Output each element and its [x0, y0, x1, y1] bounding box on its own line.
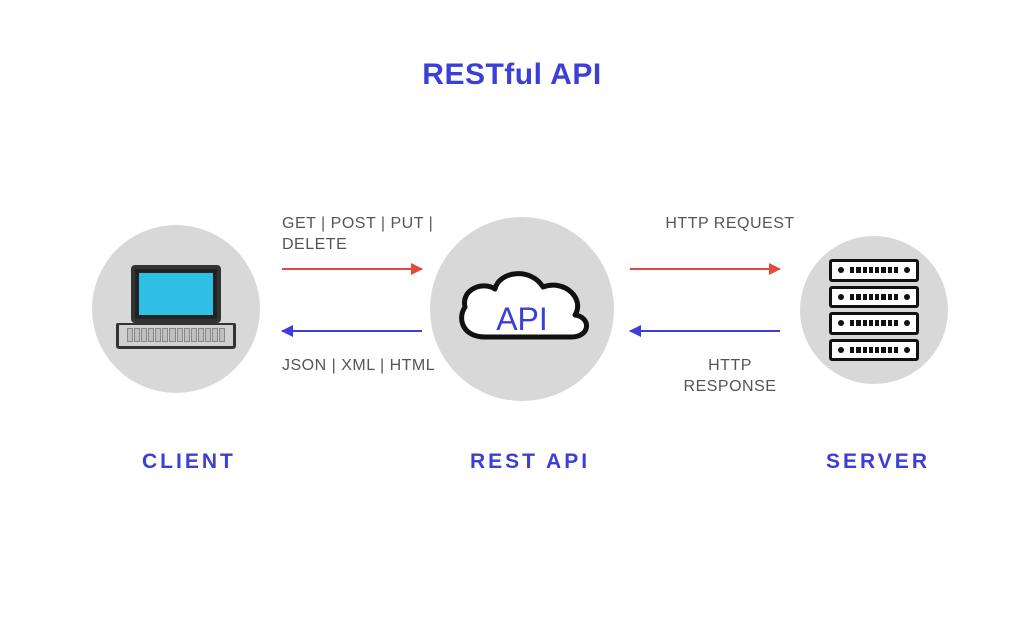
server-label: SERVER: [826, 450, 930, 474]
arrow-client-to-api: [282, 268, 422, 270]
arrow-server-to-api-label: HTTP RESPONSE: [660, 356, 800, 398]
arrow-api-to-client: [282, 330, 422, 332]
laptop-icon: [116, 265, 236, 353]
diagram-canvas: RESTful API CLIENT API: [0, 0, 1024, 620]
rest-api-label: REST API: [470, 450, 590, 474]
cloud-text: API: [447, 301, 597, 338]
arrow-api-to-server-label: HTTP REQUEST: [660, 214, 800, 235]
arrow-api-to-client-label: JSON | XML | HTML: [282, 356, 442, 377]
arrow-api-to-server: [630, 268, 780, 270]
client-label: CLIENT: [142, 450, 236, 474]
cloud-icon: API: [447, 259, 597, 359]
arrow-server-to-api: [630, 330, 780, 332]
server-node: [800, 236, 948, 384]
server-rack-icon: [829, 259, 919, 361]
rest-api-node: API: [430, 217, 614, 401]
diagram-title: RESTful API: [0, 58, 1024, 92]
client-node: [92, 225, 260, 393]
arrow-client-to-api-label: GET | POST | PUT | DELETE: [282, 214, 442, 256]
